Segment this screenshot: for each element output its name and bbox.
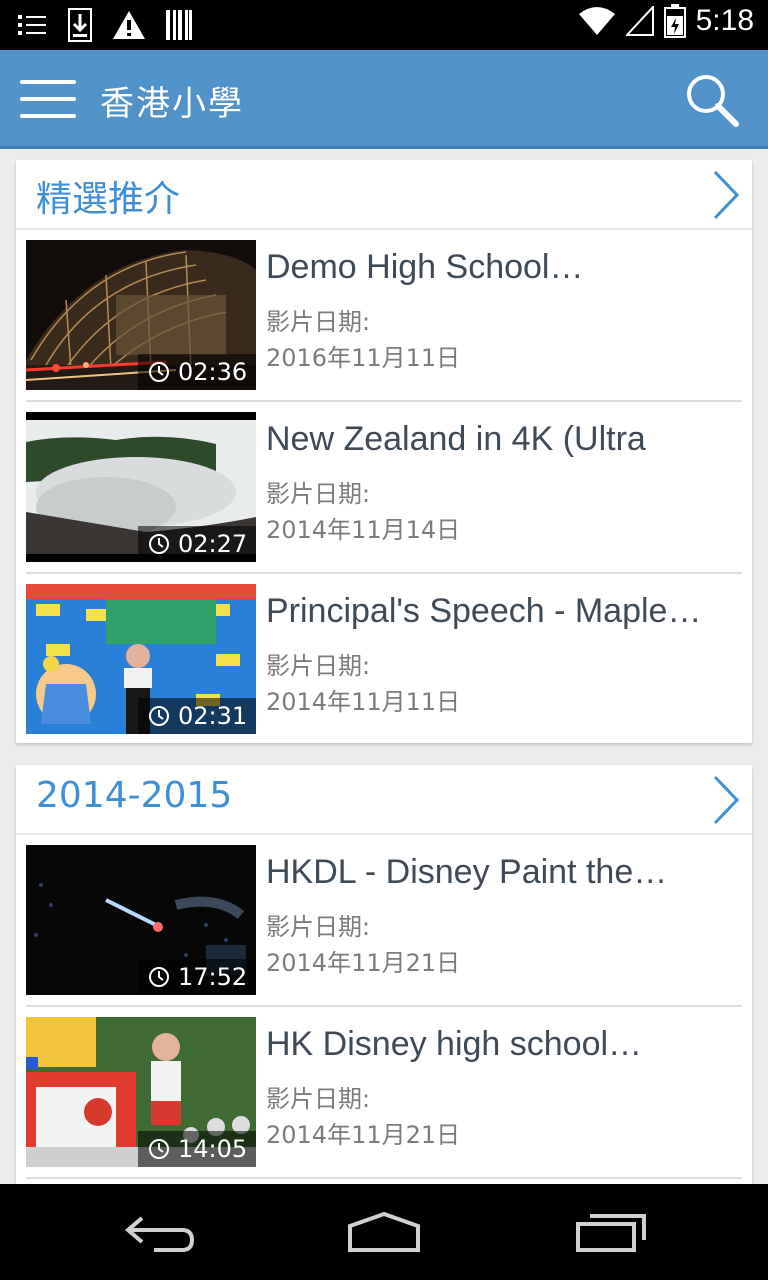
duration-text: 02:36 bbox=[178, 358, 248, 386]
video-title: HKDL - Disney Paint the… bbox=[266, 853, 668, 891]
section-card-featured: 精選推介 02:36 Demo High School… 影片日期: 2016年… bbox=[16, 160, 752, 743]
video-item[interactable]: 14:05 HK Disney high school… 影片日期: 2014年… bbox=[16, 1007, 752, 1179]
video-item[interactable]: 02:31 Principal's Speech - Maple… 影片日期: … bbox=[16, 574, 752, 746]
status-bar: 5:18 bbox=[0, 0, 768, 50]
battery-icon bbox=[663, 4, 686, 38]
video-title: Principal's Speech - Maple… bbox=[266, 592, 702, 630]
video-thumbnail[interactable]: 17:52 bbox=[26, 845, 256, 995]
video-item[interactable]: 02:27 New Zealand in 4K (Ultra 影片日期: 201… bbox=[16, 402, 752, 574]
video-title: New Zealand in 4K (Ultra bbox=[266, 420, 646, 458]
video-date-label: 影片日期: bbox=[266, 480, 371, 508]
clock-icon bbox=[149, 534, 169, 554]
video-date: 2014年11月14日 bbox=[266, 516, 461, 544]
app-bar: 香港小學 bbox=[0, 50, 768, 146]
video-title: Demo High School… bbox=[266, 248, 584, 286]
clock-icon bbox=[149, 706, 169, 726]
section-title: 2014-2015 bbox=[36, 775, 233, 816]
video-date: 2016年11月11日 bbox=[266, 344, 461, 372]
clock-icon bbox=[149, 362, 169, 382]
section-header[interactable]: 精選推介 bbox=[16, 160, 752, 230]
search-icon bbox=[687, 75, 739, 127]
barcode-icon bbox=[166, 10, 192, 40]
chevron-right-icon[interactable] bbox=[712, 170, 740, 220]
section-title: 精選推介 bbox=[36, 179, 181, 220]
duration-text: 02:27 bbox=[178, 530, 248, 558]
duration-text: 17:52 bbox=[178, 963, 248, 991]
section-header[interactable]: 2014-2015 bbox=[16, 765, 752, 835]
video-date-label: 影片日期: bbox=[266, 1085, 371, 1113]
video-date-label: 影片日期: bbox=[266, 308, 371, 336]
duration-badge: 02:31 bbox=[138, 698, 256, 734]
menu-button[interactable] bbox=[20, 78, 76, 120]
duration-badge: 02:36 bbox=[138, 354, 256, 390]
row-divider bbox=[26, 1177, 742, 1179]
app-title: 香港小學 bbox=[100, 84, 244, 124]
video-title: HK Disney high school… bbox=[266, 1025, 643, 1063]
wifi-icon bbox=[578, 7, 615, 35]
clock-icon bbox=[149, 1139, 169, 1159]
status-time: 5:18 bbox=[695, 4, 754, 37]
download-icon bbox=[68, 8, 92, 42]
search-button[interactable] bbox=[684, 72, 740, 128]
duration-badge: 14:05 bbox=[138, 1131, 256, 1167]
video-thumbnail[interactable]: 02:27 bbox=[26, 412, 256, 562]
recents-icon[interactable] bbox=[574, 1210, 648, 1254]
video-item[interactable]: 17:52 HKDL - Disney Paint the… 影片日期: 201… bbox=[16, 835, 752, 1007]
video-date-label: 影片日期: bbox=[266, 652, 371, 680]
video-date: 2014年11月11日 bbox=[266, 688, 461, 716]
video-thumbnail[interactable]: 02:36 bbox=[26, 240, 256, 390]
video-thumbnail[interactable]: 02:31 bbox=[26, 584, 256, 734]
clock-icon bbox=[149, 967, 169, 987]
duration-text: 02:31 bbox=[178, 702, 248, 730]
warning-icon bbox=[113, 11, 145, 39]
notification-list-icon bbox=[18, 15, 46, 35]
video-date-label: 影片日期: bbox=[266, 913, 371, 941]
section-card-2014-2015: 2014-2015 17:52 HKDL - Disney Paint the…… bbox=[16, 765, 752, 1185]
video-date: 2014年11月21日 bbox=[266, 949, 461, 977]
duration-text: 14:05 bbox=[178, 1135, 248, 1163]
duration-badge: 17:52 bbox=[138, 959, 256, 995]
signal-icon bbox=[625, 6, 654, 36]
back-icon[interactable] bbox=[124, 1210, 196, 1254]
navigation-bar bbox=[0, 1184, 768, 1280]
video-thumbnail[interactable]: 14:05 bbox=[26, 1017, 256, 1167]
duration-badge: 02:27 bbox=[138, 526, 256, 562]
chevron-right-icon[interactable] bbox=[712, 775, 740, 825]
video-item[interactable]: 02:36 Demo High School… 影片日期: 2016年11月11… bbox=[16, 230, 752, 402]
home-icon[interactable] bbox=[346, 1210, 422, 1254]
video-date: 2014年11月21日 bbox=[266, 1121, 461, 1149]
